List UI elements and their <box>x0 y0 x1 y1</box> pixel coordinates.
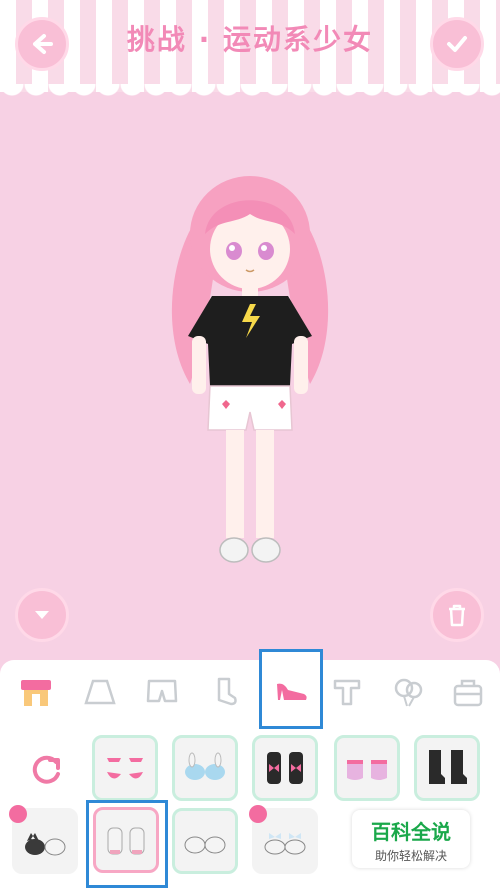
shoe-item-3[interactable] <box>252 735 318 801</box>
selected-item-frame <box>93 807 159 873</box>
confirm-button[interactable] <box>430 17 484 71</box>
checkmark-icon <box>447 36 467 52</box>
chevron-down-icon <box>35 611 49 619</box>
pink-mary-janes-icon <box>347 760 387 780</box>
shoes-tab[interactable] <box>259 649 323 729</box>
balloon-icon <box>394 678 423 707</box>
shoe-item-8[interactable] <box>172 808 238 874</box>
black-combat-boots-icon <box>429 750 467 784</box>
shorts-icon <box>146 679 178 703</box>
shoe-item-4[interactable] <box>334 735 400 801</box>
shirt-tab[interactable] <box>325 670 369 714</box>
white-cat-slippers-icon <box>184 836 226 854</box>
shorts-tab[interactable] <box>140 670 184 714</box>
shop-icon <box>21 680 51 706</box>
store-tab[interactable] <box>14 670 58 714</box>
shoe-item-1[interactable] <box>92 735 158 801</box>
reset-icon <box>32 755 60 784</box>
skirt-icon <box>84 679 116 705</box>
watermark-subtitle: 助你轻松解决 <box>374 849 447 863</box>
lock-icon <box>249 805 267 823</box>
shoe-item-5[interactable] <box>414 735 480 801</box>
socks-tab[interactable] <box>202 670 246 714</box>
header-scallop-edge <box>0 84 500 104</box>
back-arrow-icon <box>33 34 53 54</box>
skirt-tab[interactable] <box>78 670 122 714</box>
shoe-item-6[interactable] <box>9 805 78 874</box>
white-bow-shoes-icon <box>264 833 306 855</box>
watermark-badge: 百科全说 助你轻松解决 <box>352 810 470 868</box>
reset-button[interactable] <box>22 746 70 794</box>
lock-icon <box>9 805 27 823</box>
character-illustration <box>171 176 329 563</box>
page-title: 挑战 · 运动系少女 <box>126 23 374 56</box>
trash-icon <box>449 604 465 627</box>
collapse-button[interactable] <box>15 588 69 642</box>
sock-icon <box>217 677 237 706</box>
shoe-item-9[interactable] <box>249 805 318 874</box>
blue-bunny-slippers-icon <box>185 752 225 780</box>
shoe-item-7-selected[interactable] <box>86 800 168 888</box>
bag-icon <box>453 679 483 707</box>
delete-button[interactable] <box>430 588 484 642</box>
high-heel-icon <box>277 683 307 700</box>
back-button[interactable] <box>15 17 69 71</box>
cat-slippers-dark-icon <box>25 833 66 856</box>
sneakers-icon <box>107 827 145 855</box>
character-stage <box>0 104 500 660</box>
watermark-title: 百科全说 <box>371 820 451 844</box>
t-shirt-icon <box>333 679 361 706</box>
shoe-item-2[interactable] <box>172 735 238 801</box>
bag-tab[interactable] <box>446 670 490 714</box>
pink-slippers-icon <box>107 758 143 779</box>
black-bow-boots-icon <box>267 752 303 784</box>
balloon-tab[interactable] <box>386 670 430 714</box>
